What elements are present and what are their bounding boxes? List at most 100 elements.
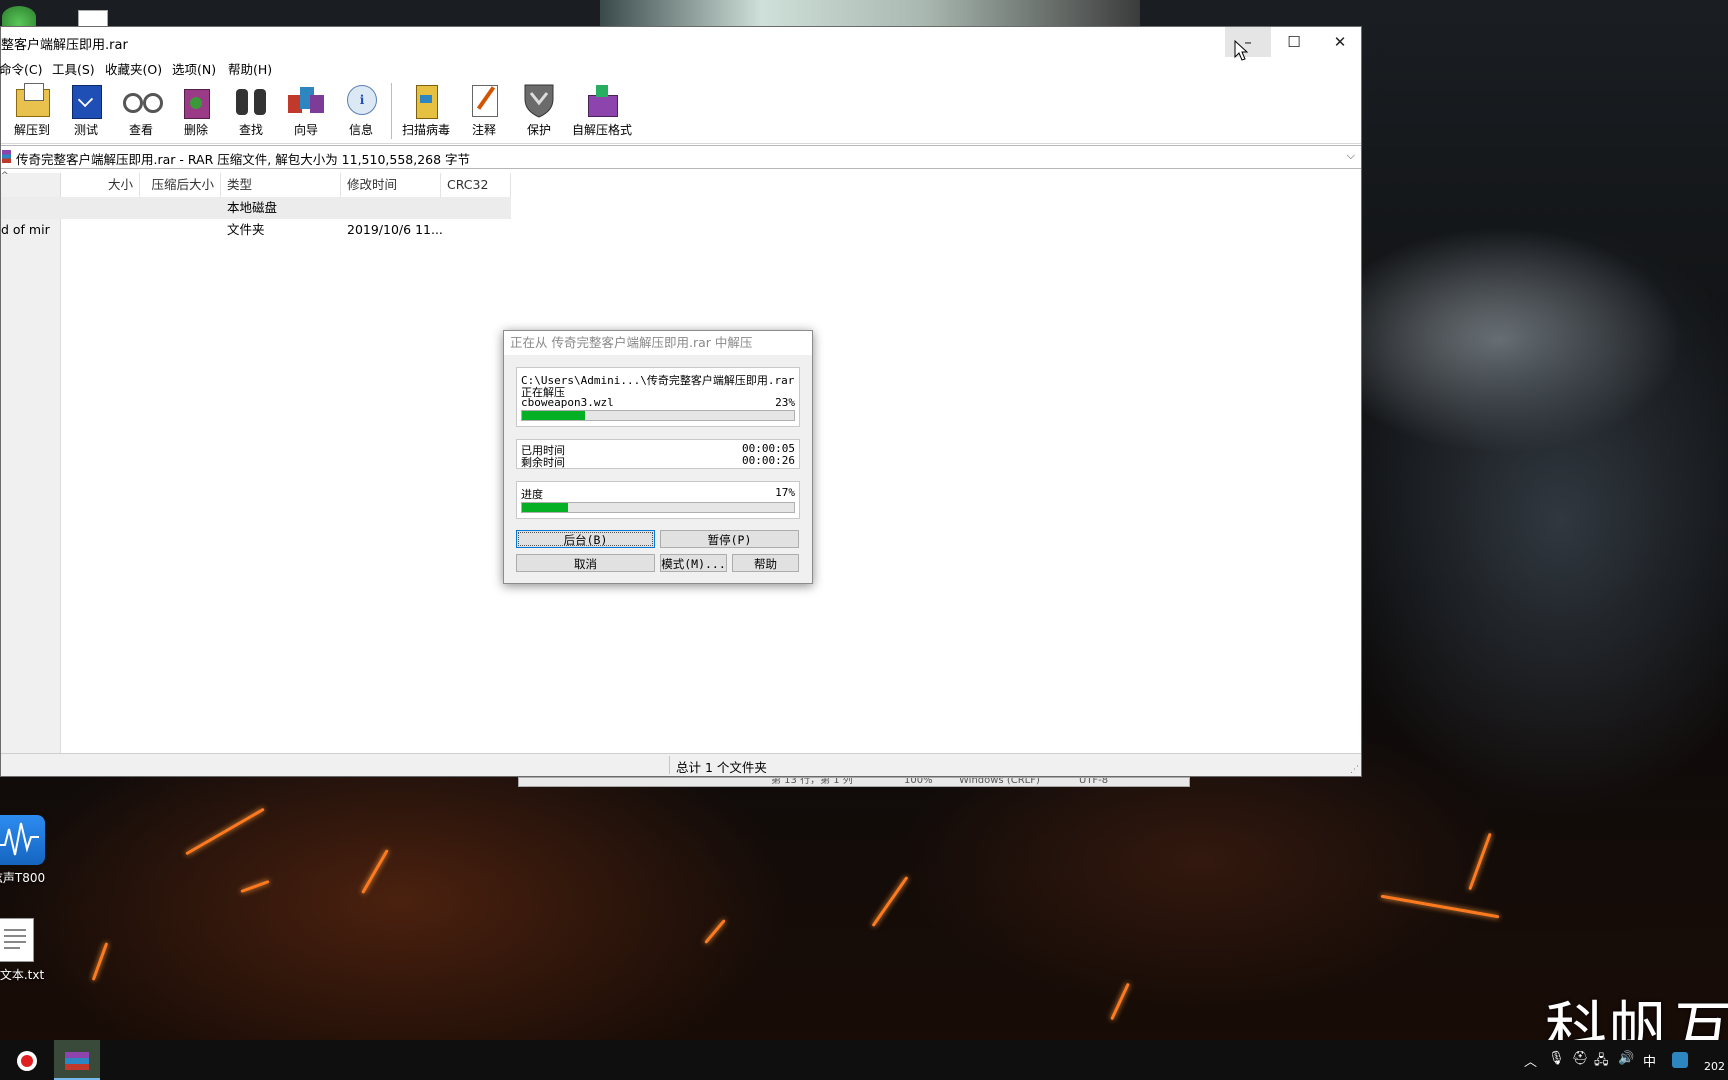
close-button[interactable]: ✕ (1317, 27, 1363, 57)
row-name: d of mir (1, 222, 50, 237)
file-progress-group: C:\Users\Admini...\传奇完整客户端解压即用.rar 正在解压 … (516, 367, 800, 427)
cancel-button[interactable]: 取消 (516, 554, 655, 572)
maximize-button[interactable]: ☐ (1271, 27, 1317, 57)
minimize-button[interactable]: – (1225, 27, 1271, 57)
help-button[interactable]: 帮助 (732, 554, 799, 572)
spark (91, 942, 109, 981)
comment-icon (464, 81, 504, 119)
title-bar[interactable]: 整客户端解压即用.rar – ☐ ✕ (1, 27, 1361, 57)
toolbar-label: 信息 (348, 123, 373, 137)
chevron-down-icon[interactable]: ⌵ (1347, 149, 1355, 163)
spark (240, 879, 270, 894)
desktop-icon-label: 炫声T800 (0, 871, 46, 885)
menu-favorites[interactable]: 收藏夹(O) (105, 59, 162, 78)
toolbar-extract-to-button[interactable]: 解压到 (4, 81, 60, 138)
status-encoding: UTF-8 (1079, 777, 1109, 786)
scan-virus-icon (406, 81, 446, 119)
sfx-icon (582, 81, 622, 119)
toolbar-view-button[interactable]: 查看 (113, 81, 169, 138)
spark (1468, 832, 1492, 891)
toolbar-info-button[interactable]: i 信息 (333, 81, 389, 138)
toolbar-protect-button[interactable]: 保护 (511, 81, 567, 138)
extract-icon (12, 81, 52, 119)
toolbar-label: 测试 (73, 123, 98, 137)
background-button[interactable]: 后台(B) (516, 530, 655, 548)
column-header-modified[interactable]: 修改时间 (341, 173, 441, 197)
menu-options[interactable]: 选项(N) (172, 59, 216, 78)
menu-help[interactable]: 帮助(H) (228, 59, 272, 78)
toolbar-label: 注释 (471, 123, 496, 137)
toolbar-label: 解压到 (13, 123, 50, 137)
clock-text[interactable]: 202 (1704, 1060, 1725, 1073)
toolbar-test-button[interactable]: 测试 (58, 81, 114, 138)
file-percent: 23% (775, 396, 795, 409)
dialog-title[interactable]: 正在从 传奇完整客户端解压即用.rar 中解压 (504, 331, 812, 355)
binoculars-icon (231, 81, 271, 119)
toolbar-delete-button[interactable]: 删除 (168, 81, 224, 138)
test-icon (66, 81, 106, 119)
toolbar-label: 查看 (128, 123, 153, 137)
current-file: cboweapon3.wzl (521, 396, 614, 409)
toolbar-label: 自解压格式 (571, 123, 632, 137)
address-bar[interactable]: 传奇完整客户端解压即用.rar - RAR 压缩文件, 解包大小为 11,510… (1, 145, 1361, 169)
column-header-crc32[interactable]: CRC32 (441, 173, 511, 197)
ime-indicator[interactable]: 中 (1643, 1051, 1656, 1070)
toolbar-comment-button[interactable]: 注释 (456, 81, 512, 138)
view-icon (121, 81, 163, 119)
remaining-line: 剩余时间 00:00:26 (521, 454, 795, 470)
toolbar-wizard-button[interactable]: 向导 (278, 81, 334, 138)
taskbar-record-button[interactable] (4, 1040, 50, 1080)
toolbar-separator (391, 83, 392, 139)
desktop-icon-sound[interactable]: 炫声T800 (0, 815, 50, 886)
menu-tools[interactable]: 工具(S) (52, 59, 95, 78)
text-file-icon (0, 918, 34, 962)
desktop-icon-textfile[interactable]: 字文本.txt (0, 918, 48, 983)
menu-command[interactable]: 命令(C) (0, 59, 42, 78)
microphone-icon[interactable]: 🎙 (1548, 1051, 1565, 1066)
total-progress-fill (522, 503, 569, 512)
toolbar-sfx-button[interactable]: 自解压格式 (567, 81, 637, 138)
extract-progress-dialog: 正在从 传奇完整客户端解压即用.rar 中解压 C:\Users\Admini.… (503, 330, 813, 584)
table-row[interactable]: 本地磁盘 (1, 197, 511, 219)
spark (704, 919, 726, 944)
total-progress-group: 进度 17% (516, 481, 800, 519)
record-icon (17, 1050, 37, 1071)
table-row[interactable]: d of mir 文件夹 2019/10/6 11... (1, 219, 511, 241)
taskbar-winrar-button[interactable] (54, 1040, 100, 1080)
tray-app-icon[interactable]: ⛑ (1572, 1051, 1589, 1066)
notification-app-icon[interactable] (1672, 1052, 1688, 1068)
row-type: 文件夹 (227, 222, 265, 237)
winrar-icon (65, 1051, 89, 1070)
network-icon[interactable]: 🖧 (1594, 1051, 1609, 1073)
status-text: 总计 1 个文件夹 (676, 760, 767, 775)
toolbar-label: 保护 (526, 123, 551, 137)
desktop-icon-top-left[interactable] (2, 6, 36, 28)
progress-label: 进度 (521, 488, 543, 501)
current-file-line: cboweapon3.wzl 23% (521, 396, 795, 409)
shield-icon (519, 81, 559, 119)
mode-button[interactable]: 模式(M)... (660, 554, 727, 572)
spark (871, 876, 909, 927)
remaining-label: 剩余时间 (521, 456, 565, 469)
archive-icon (2, 150, 11, 163)
waveform-icon (0, 815, 45, 865)
wallpaper-top-art (600, 0, 1140, 26)
status-eol: Windows (CRLF) (959, 777, 1040, 786)
toolbar: 解压到 测试 查看 删除 查找 向导 i 信息 扫描病毒 注释 保护 自解压格式 (1, 79, 1361, 144)
column-header-size[interactable]: 大小 (60, 173, 140, 197)
column-header-packed[interactable]: 压缩后大小 (140, 173, 221, 197)
file-progress-bar (521, 410, 795, 421)
volume-icon[interactable]: 🔊 (1618, 1051, 1634, 1066)
tray-chevron-up-icon[interactable]: ︿ (1524, 1051, 1537, 1070)
remaining-time: 00:00:26 (742, 454, 795, 467)
pause-button[interactable]: 暂停(P) (660, 530, 799, 548)
toolbar-find-button[interactable]: 查找 (223, 81, 279, 138)
wizard-icon (286, 81, 326, 119)
column-header-type[interactable]: 类型 (221, 173, 341, 197)
toolbar-label: 删除 (183, 123, 208, 137)
toolbar-scan-virus-button[interactable]: 扫描病毒 (398, 81, 454, 138)
status-separator (669, 756, 670, 774)
status-zoom: 100% (904, 777, 933, 786)
taskbar: ︿ 🎙 ⛑ 🖧 🔊 中 202 (0, 1040, 1728, 1080)
progress-line: 进度 17% (521, 486, 795, 502)
